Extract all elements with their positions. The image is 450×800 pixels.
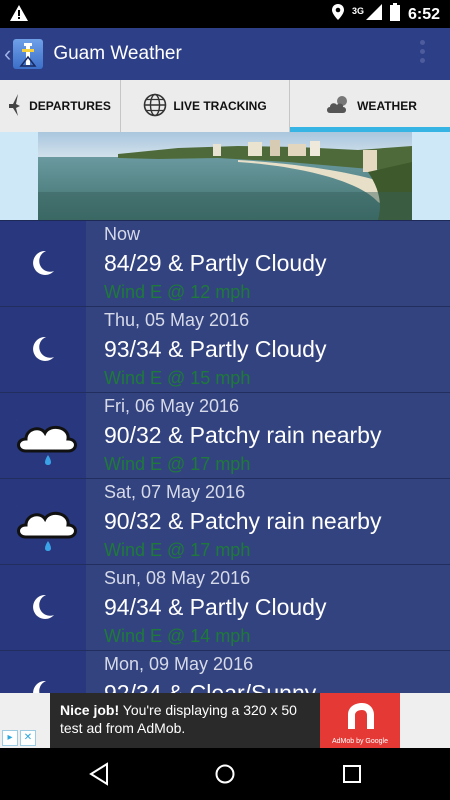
admob-label: AdMob by Google	[331, 738, 389, 745]
forecast-list: Now 84/29 & Partly Cloudy Wind E @ 12 mp…	[0, 220, 450, 694]
tab-bar: DEPARTURES LIVE TRACKING WEATHER	[0, 80, 450, 133]
location-icon	[331, 4, 344, 25]
app-bar: ‹ Guam Weather	[0, 28, 450, 80]
battery-icon	[389, 3, 400, 26]
tab-weather[interactable]: WEATHER	[289, 80, 450, 132]
globe-icon	[143, 93, 173, 120]
status-bar: 3G 6:52	[0, 0, 450, 28]
header-banner	[0, 132, 450, 220]
forecast-wind: Wind E @ 17 mph	[104, 540, 251, 560]
warning-icon	[10, 5, 28, 26]
forecast-row[interactable]: Now 84/29 & Partly Cloudy Wind E @ 12 mp…	[0, 221, 450, 307]
forecast-condition: 90/32 & Patchy rain nearby	[104, 422, 382, 448]
admob-logo: AdMob by Google	[320, 693, 400, 748]
bay-photo	[38, 132, 412, 220]
overflow-menu-icon[interactable]	[420, 40, 426, 67]
status-time: 6:52	[407, 5, 440, 23]
night-rain-icon	[14, 491, 77, 551]
forecast-date: Thu, 05 May 2016	[104, 310, 250, 330]
up-chevron-icon[interactable]: ‹	[4, 41, 11, 67]
tab-label: WEATHER	[357, 99, 417, 113]
moon-icon	[33, 250, 54, 275]
forecast-row[interactable]: Sun, 08 May 2016 94/34 & Partly Cloudy W…	[0, 565, 450, 651]
forecast-date: Fri, 06 May 2016	[104, 396, 240, 416]
cloud-icon	[325, 95, 357, 118]
forecast-date: Mon, 09 May 2016	[104, 654, 254, 674]
weather-icon-cell	[0, 651, 86, 694]
ad-close-icon[interactable]: ✕	[20, 730, 36, 746]
back-icon[interactable]	[88, 762, 110, 791]
weather-icon-cell	[0, 307, 86, 392]
system-nav-bar	[0, 748, 450, 800]
ad-headline: Nice job!	[60, 702, 120, 718]
app-title: Guam Weather	[53, 43, 182, 64]
moon-icon	[33, 336, 54, 361]
night-rain-icon	[14, 405, 77, 465]
ad-banner[interactable]: Nice job! You're displaying a 320 x 50 t…	[0, 693, 450, 748]
weather-icon-cell	[0, 393, 86, 478]
weather-icon-cell	[0, 221, 86, 306]
forecast-row[interactable]: Fri, 06 May 2016 90/32 & Patchy rain nea…	[0, 393, 450, 479]
home-icon[interactable]	[214, 762, 236, 791]
forecast-condition: 90/32 & Patchy rain nearby	[104, 508, 382, 534]
forecast-date: Now	[104, 224, 141, 244]
forecast-wind: Wind E @ 14 mph	[104, 626, 251, 646]
forecast-condition: 94/34 & Partly Cloudy	[104, 594, 327, 620]
tab-label: DEPARTURES	[29, 99, 111, 113]
network-type: 3G	[351, 5, 364, 16]
forecast-wind: Wind E @ 12 mph	[104, 282, 251, 302]
forecast-wind: Wind E @ 15 mph	[104, 368, 251, 388]
moon-icon	[33, 680, 46, 694]
forecast-row[interactable]: Mon, 09 May 2016 92/34 & Clear/Sunny	[0, 651, 450, 694]
adchoices-icon[interactable]: ▸	[2, 730, 18, 746]
ad-text: Nice job! You're displaying a 320 x 50 t…	[60, 701, 322, 737]
forecast-date: Sat, 07 May 2016	[104, 482, 246, 502]
forecast-date: Sun, 08 May 2016	[104, 568, 251, 588]
forecast-condition: 92/34 & Clear/Sunny	[104, 680, 317, 694]
recents-icon[interactable]	[341, 762, 363, 791]
signal-icon	[365, 4, 382, 25]
tab-live-tracking[interactable]: LIVE TRACKING	[120, 80, 289, 132]
forecast-condition: 93/34 & Partly Cloudy	[104, 336, 327, 362]
forecast-condition: 84/29 & Partly Cloudy	[104, 250, 327, 276]
app-logo-icon[interactable]	[13, 39, 44, 69]
weather-icon-cell	[0, 565, 86, 650]
admob-icon	[348, 703, 374, 729]
ad-creative[interactable]: Nice job! You're displaying a 320 x 50 t…	[50, 693, 400, 748]
tab-label: LIVE TRACKING	[173, 99, 267, 113]
plane-icon	[9, 93, 29, 119]
forecast-row[interactable]: Sat, 07 May 2016 90/32 & Patchy rain nea…	[0, 479, 450, 565]
forecast-wind: Wind E @ 17 mph	[104, 454, 251, 474]
adchoices[interactable]: ▸ ✕	[2, 730, 36, 746]
weather-icon-cell	[0, 479, 86, 564]
tab-departures[interactable]: DEPARTURES	[0, 80, 120, 132]
forecast-row[interactable]: Thu, 05 May 2016 93/34 & Partly Cloudy W…	[0, 307, 450, 393]
moon-icon	[33, 594, 54, 619]
